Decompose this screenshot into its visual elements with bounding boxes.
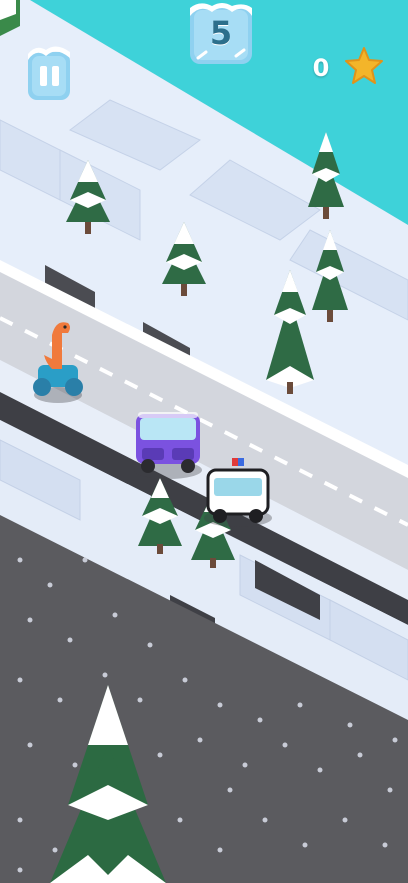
score-display: 5 [188, 2, 254, 68]
pause-icon [28, 46, 70, 100]
score-value: 5 [209, 14, 233, 52]
game-scene[interactable] [0, 0, 408, 883]
coin-count: 0 [312, 54, 330, 82]
star-icon [345, 47, 383, 84]
coin-counter: 0 [306, 44, 388, 90]
purple-car [134, 412, 202, 479]
pause-button[interactable] [26, 44, 72, 102]
